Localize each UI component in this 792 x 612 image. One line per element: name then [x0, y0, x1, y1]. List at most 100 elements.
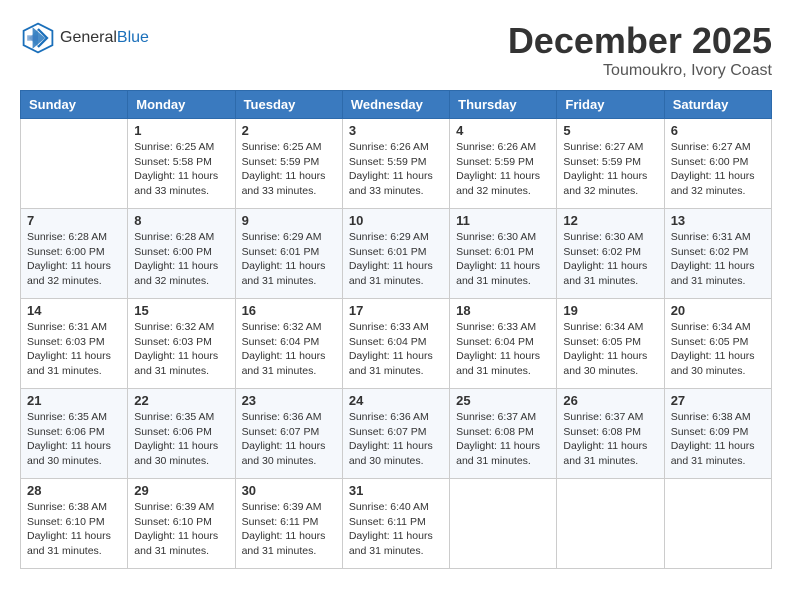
- title-block: December 2025 Toumoukro, Ivory Coast: [508, 20, 772, 80]
- day-number: 5: [563, 123, 657, 138]
- day-info: Sunrise: 6:33 AMSunset: 6:04 PMDaylight:…: [456, 320, 550, 379]
- day-info: Sunrise: 6:37 AMSunset: 6:08 PMDaylight:…: [563, 410, 657, 469]
- day-number: 6: [671, 123, 765, 138]
- day-info: Sunrise: 6:35 AMSunset: 6:06 PMDaylight:…: [27, 410, 121, 469]
- calendar-cell: 14 Sunrise: 6:31 AMSunset: 6:03 PMDayligh…: [21, 299, 128, 389]
- day-number: 14: [27, 303, 121, 318]
- calendar-cell: 12 Sunrise: 6:30 AMSunset: 6:02 PMDayligh…: [557, 209, 664, 299]
- day-number: 16: [242, 303, 336, 318]
- day-info: Sunrise: 6:28 AMSunset: 6:00 PMDaylight:…: [134, 230, 228, 289]
- day-number: 4: [456, 123, 550, 138]
- day-number: 29: [134, 483, 228, 498]
- day-info: Sunrise: 6:26 AMSunset: 5:59 PMDaylight:…: [349, 140, 443, 199]
- day-info: Sunrise: 6:30 AMSunset: 6:01 PMDaylight:…: [456, 230, 550, 289]
- day-info: Sunrise: 6:35 AMSunset: 6:06 PMDaylight:…: [134, 410, 228, 469]
- day-info: Sunrise: 6:26 AMSunset: 5:59 PMDaylight:…: [456, 140, 550, 199]
- day-info: Sunrise: 6:29 AMSunset: 6:01 PMDaylight:…: [349, 230, 443, 289]
- logo-general: General: [60, 29, 117, 46]
- day-number: 17: [349, 303, 443, 318]
- weekday-header-saturday: Saturday: [664, 91, 771, 119]
- calendar-cell: 31Sunrise: 6:40 AMSunset: 6:11 PMDayligh…: [342, 479, 449, 569]
- day-number: 30: [242, 483, 336, 498]
- day-info: Sunrise: 6:32 AMSunset: 6:04 PMDaylight:…: [242, 320, 336, 379]
- weekday-header-tuesday: Tuesday: [235, 91, 342, 119]
- weekday-header-sunday: Sunday: [21, 91, 128, 119]
- calendar-cell: 3 Sunrise: 6:26 AMSunset: 5:59 PMDaylight…: [342, 119, 449, 209]
- weekday-header-row: SundayMondayTuesdayWednesdayThursdayFrid…: [21, 91, 772, 119]
- calendar-cell: 4 Sunrise: 6:26 AMSunset: 5:59 PMDaylight…: [450, 119, 557, 209]
- day-info: Sunrise: 6:40 AMSunset: 6:11 PMDaylight:…: [349, 500, 443, 559]
- calendar-week-4: 21 Sunrise: 6:35 AMSunset: 6:06 PMDayligh…: [21, 389, 772, 479]
- day-number: 11: [456, 213, 550, 228]
- day-info: Sunrise: 6:34 AMSunset: 6:05 PMDaylight:…: [563, 320, 657, 379]
- calendar-cell: 5 Sunrise: 6:27 AMSunset: 5:59 PMDaylight…: [557, 119, 664, 209]
- day-number: 1: [134, 123, 228, 138]
- day-number: 25: [456, 393, 550, 408]
- month-title: December 2025: [508, 20, 772, 62]
- day-number: 21: [27, 393, 121, 408]
- calendar-cell: 23 Sunrise: 6:36 AMSunset: 6:07 PMDayligh…: [235, 389, 342, 479]
- day-info: Sunrise: 6:36 AMSunset: 6:07 PMDaylight:…: [242, 410, 336, 469]
- day-number: 19: [563, 303, 657, 318]
- calendar-cell: 19 Sunrise: 6:34 AMSunset: 6:05 PMDayligh…: [557, 299, 664, 389]
- day-number: 10: [349, 213, 443, 228]
- calendar-cell: 10 Sunrise: 6:29 AMSunset: 6:01 PMDayligh…: [342, 209, 449, 299]
- day-info: Sunrise: 6:39 AMSunset: 6:11 PMDaylight:…: [242, 500, 336, 559]
- calendar-cell: 11 Sunrise: 6:30 AMSunset: 6:01 PMDayligh…: [450, 209, 557, 299]
- calendar-week-1: 1 Sunrise: 6:25 AMSunset: 5:58 PMDaylight…: [21, 119, 772, 209]
- calendar-cell: 15Sunrise: 6:32 AMSunset: 6:03 PMDayligh…: [128, 299, 235, 389]
- day-info: Sunrise: 6:27 AMSunset: 6:00 PMDaylight:…: [671, 140, 765, 199]
- calendar-cell: [450, 479, 557, 569]
- calendar-week-2: 7Sunrise: 6:28 AMSunset: 6:00 PMDaylight…: [21, 209, 772, 299]
- calendar-week-5: 28 Sunrise: 6:38 AMSunset: 6:10 PMDayligh…: [21, 479, 772, 569]
- day-info: Sunrise: 6:29 AMSunset: 6:01 PMDaylight:…: [242, 230, 336, 289]
- day-number: 20: [671, 303, 765, 318]
- day-info: Sunrise: 6:34 AMSunset: 6:05 PMDaylight:…: [671, 320, 765, 379]
- calendar-cell: 17 Sunrise: 6:33 AMSunset: 6:04 PMDayligh…: [342, 299, 449, 389]
- day-number: 27: [671, 393, 765, 408]
- calendar-cell: 13 Sunrise: 6:31 AMSunset: 6:02 PMDayligh…: [664, 209, 771, 299]
- day-info: Sunrise: 6:37 AMSunset: 6:08 PMDaylight:…: [456, 410, 550, 469]
- calendar-cell: 30 Sunrise: 6:39 AMSunset: 6:11 PMDayligh…: [235, 479, 342, 569]
- day-number: 18: [456, 303, 550, 318]
- weekday-header-friday: Friday: [557, 91, 664, 119]
- page-header: GeneralBlue December 2025 Toumoukro, Ivo…: [20, 20, 772, 80]
- day-number: 8: [134, 213, 228, 228]
- weekday-header-thursday: Thursday: [450, 91, 557, 119]
- day-info: Sunrise: 6:31 AMSunset: 6:02 PMDaylight:…: [671, 230, 765, 289]
- location: Toumoukro, Ivory Coast: [508, 62, 772, 80]
- calendar-cell: [664, 479, 771, 569]
- day-info: Sunrise: 6:33 AMSunset: 6:04 PMDaylight:…: [349, 320, 443, 379]
- day-info: Sunrise: 6:38 AMSunset: 6:10 PMDaylight:…: [27, 500, 121, 559]
- logo-blue: Blue: [117, 29, 149, 46]
- day-number: 23: [242, 393, 336, 408]
- day-info: Sunrise: 6:30 AMSunset: 6:02 PMDaylight:…: [563, 230, 657, 289]
- day-info: Sunrise: 6:27 AMSunset: 5:59 PMDaylight:…: [563, 140, 657, 199]
- day-number: 28: [27, 483, 121, 498]
- day-info: Sunrise: 6:31 AMSunset: 6:03 PMDaylight:…: [27, 320, 121, 379]
- calendar-cell: 22Sunrise: 6:35 AMSunset: 6:06 PMDayligh…: [128, 389, 235, 479]
- day-number: 13: [671, 213, 765, 228]
- day-number: 24: [349, 393, 443, 408]
- calendar-cell: [557, 479, 664, 569]
- day-number: 26: [563, 393, 657, 408]
- weekday-header-wednesday: Wednesday: [342, 91, 449, 119]
- day-number: 9: [242, 213, 336, 228]
- calendar-cell: 20 Sunrise: 6:34 AMSunset: 6:05 PMDayligh…: [664, 299, 771, 389]
- logo-icon: [20, 20, 56, 56]
- calendar: SundayMondayTuesdayWednesdayThursdayFrid…: [20, 90, 772, 569]
- day-number: 12: [563, 213, 657, 228]
- calendar-cell: 18 Sunrise: 6:33 AMSunset: 6:04 PMDayligh…: [450, 299, 557, 389]
- day-info: Sunrise: 6:32 AMSunset: 6:03 PMDaylight:…: [134, 320, 228, 379]
- calendar-cell: 25 Sunrise: 6:37 AMSunset: 6:08 PMDayligh…: [450, 389, 557, 479]
- logo: GeneralBlue: [20, 20, 149, 56]
- calendar-cell: 6 Sunrise: 6:27 AMSunset: 6:00 PMDaylight…: [664, 119, 771, 209]
- day-info: Sunrise: 6:25 AMSunset: 5:58 PMDaylight:…: [134, 140, 228, 199]
- day-info: Sunrise: 6:39 AMSunset: 6:10 PMDaylight:…: [134, 500, 228, 559]
- calendar-cell: 8 Sunrise: 6:28 AMSunset: 6:00 PMDaylight…: [128, 209, 235, 299]
- day-number: 3: [349, 123, 443, 138]
- day-info: Sunrise: 6:25 AMSunset: 5:59 PMDaylight:…: [242, 140, 336, 199]
- calendar-cell: 7Sunrise: 6:28 AMSunset: 6:00 PMDaylight…: [21, 209, 128, 299]
- calendar-cell: 28 Sunrise: 6:38 AMSunset: 6:10 PMDayligh…: [21, 479, 128, 569]
- calendar-week-3: 14 Sunrise: 6:31 AMSunset: 6:03 PMDayligh…: [21, 299, 772, 389]
